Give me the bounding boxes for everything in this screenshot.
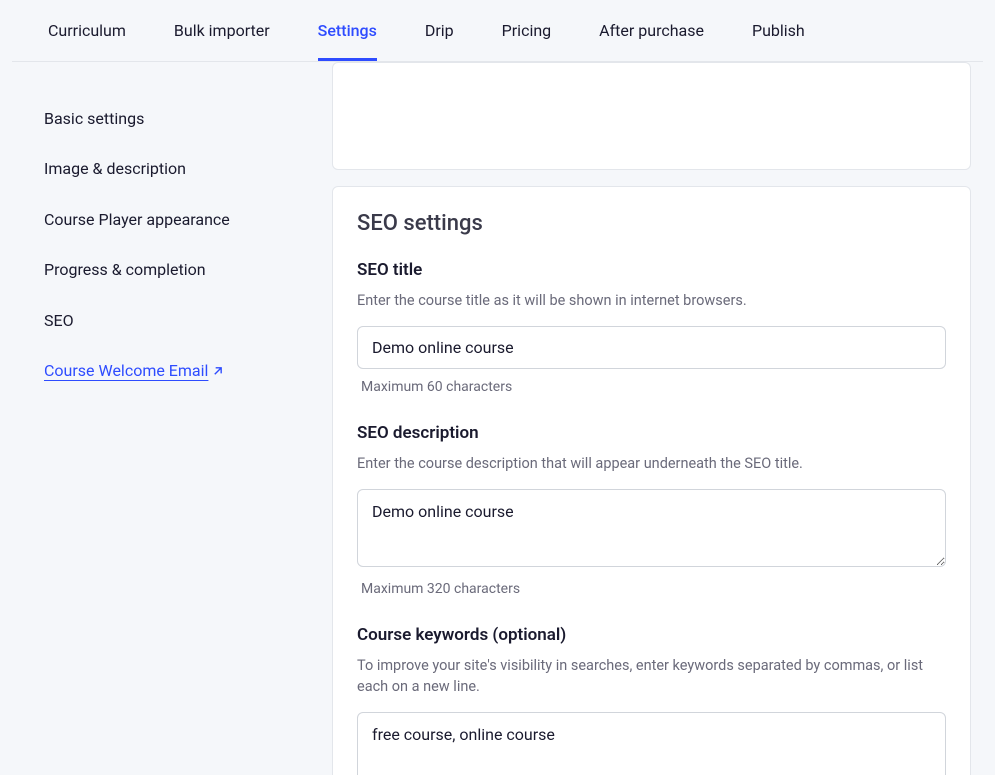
seo-description-help: Enter the course description that will a… <box>357 453 946 475</box>
seo-title-hint: Maximum 60 characters <box>357 379 946 395</box>
seo-title-help: Enter the course title as it will be sho… <box>357 290 946 312</box>
sidebar-item-seo[interactable]: SEO <box>44 296 296 346</box>
sidebar-item-basic-settings[interactable]: Basic settings <box>44 94 296 144</box>
sidebar-item-course-welcome-email[interactable]: Course Welcome Email <box>44 346 296 396</box>
seo-title-group: SEO title Enter the course title as it w… <box>357 260 946 395</box>
seo-title-label: SEO title <box>357 260 946 280</box>
previous-card-placeholder <box>332 62 971 170</box>
sidebar-link-label: Course Welcome Email <box>44 360 208 382</box>
seo-description-group: SEO description Enter the course descrip… <box>357 423 946 597</box>
settings-sidebar: Basic settings Image & description Cours… <box>0 62 332 775</box>
external-link-icon <box>212 366 223 377</box>
tab-bulk-importer[interactable]: Bulk importer <box>174 1 270 61</box>
seo-description-label: SEO description <box>357 423 946 443</box>
seo-title-input[interactable] <box>357 326 946 369</box>
tab-after-purchase[interactable]: After purchase <box>599 1 704 61</box>
seo-section-title: SEO settings <box>357 211 946 236</box>
seo-settings-card: SEO settings SEO title Enter the course … <box>332 186 971 775</box>
course-keywords-help: To improve your site's visibility in sea… <box>357 655 946 699</box>
seo-description-hint: Maximum 320 characters <box>357 581 946 597</box>
tab-publish[interactable]: Publish <box>752 1 805 61</box>
sidebar-item-course-player-appearance[interactable]: Course Player appearance <box>44 195 296 245</box>
main-content: SEO settings SEO title Enter the course … <box>332 62 995 775</box>
top-tabs: Curriculum Bulk importer Settings Drip P… <box>12 0 983 62</box>
seo-description-textarea[interactable] <box>357 489 946 567</box>
course-keywords-label: Course keywords (optional) <box>357 625 946 645</box>
sidebar-item-progress-completion[interactable]: Progress & completion <box>44 245 296 295</box>
tab-pricing[interactable]: Pricing <box>502 1 552 61</box>
course-keywords-textarea[interactable] <box>357 712 946 775</box>
tab-drip[interactable]: Drip <box>425 1 454 61</box>
sidebar-item-image-description[interactable]: Image & description <box>44 144 296 194</box>
tab-settings[interactable]: Settings <box>318 1 377 61</box>
tab-curriculum[interactable]: Curriculum <box>48 1 126 61</box>
course-keywords-group: Course keywords (optional) To improve yo… <box>357 625 946 775</box>
